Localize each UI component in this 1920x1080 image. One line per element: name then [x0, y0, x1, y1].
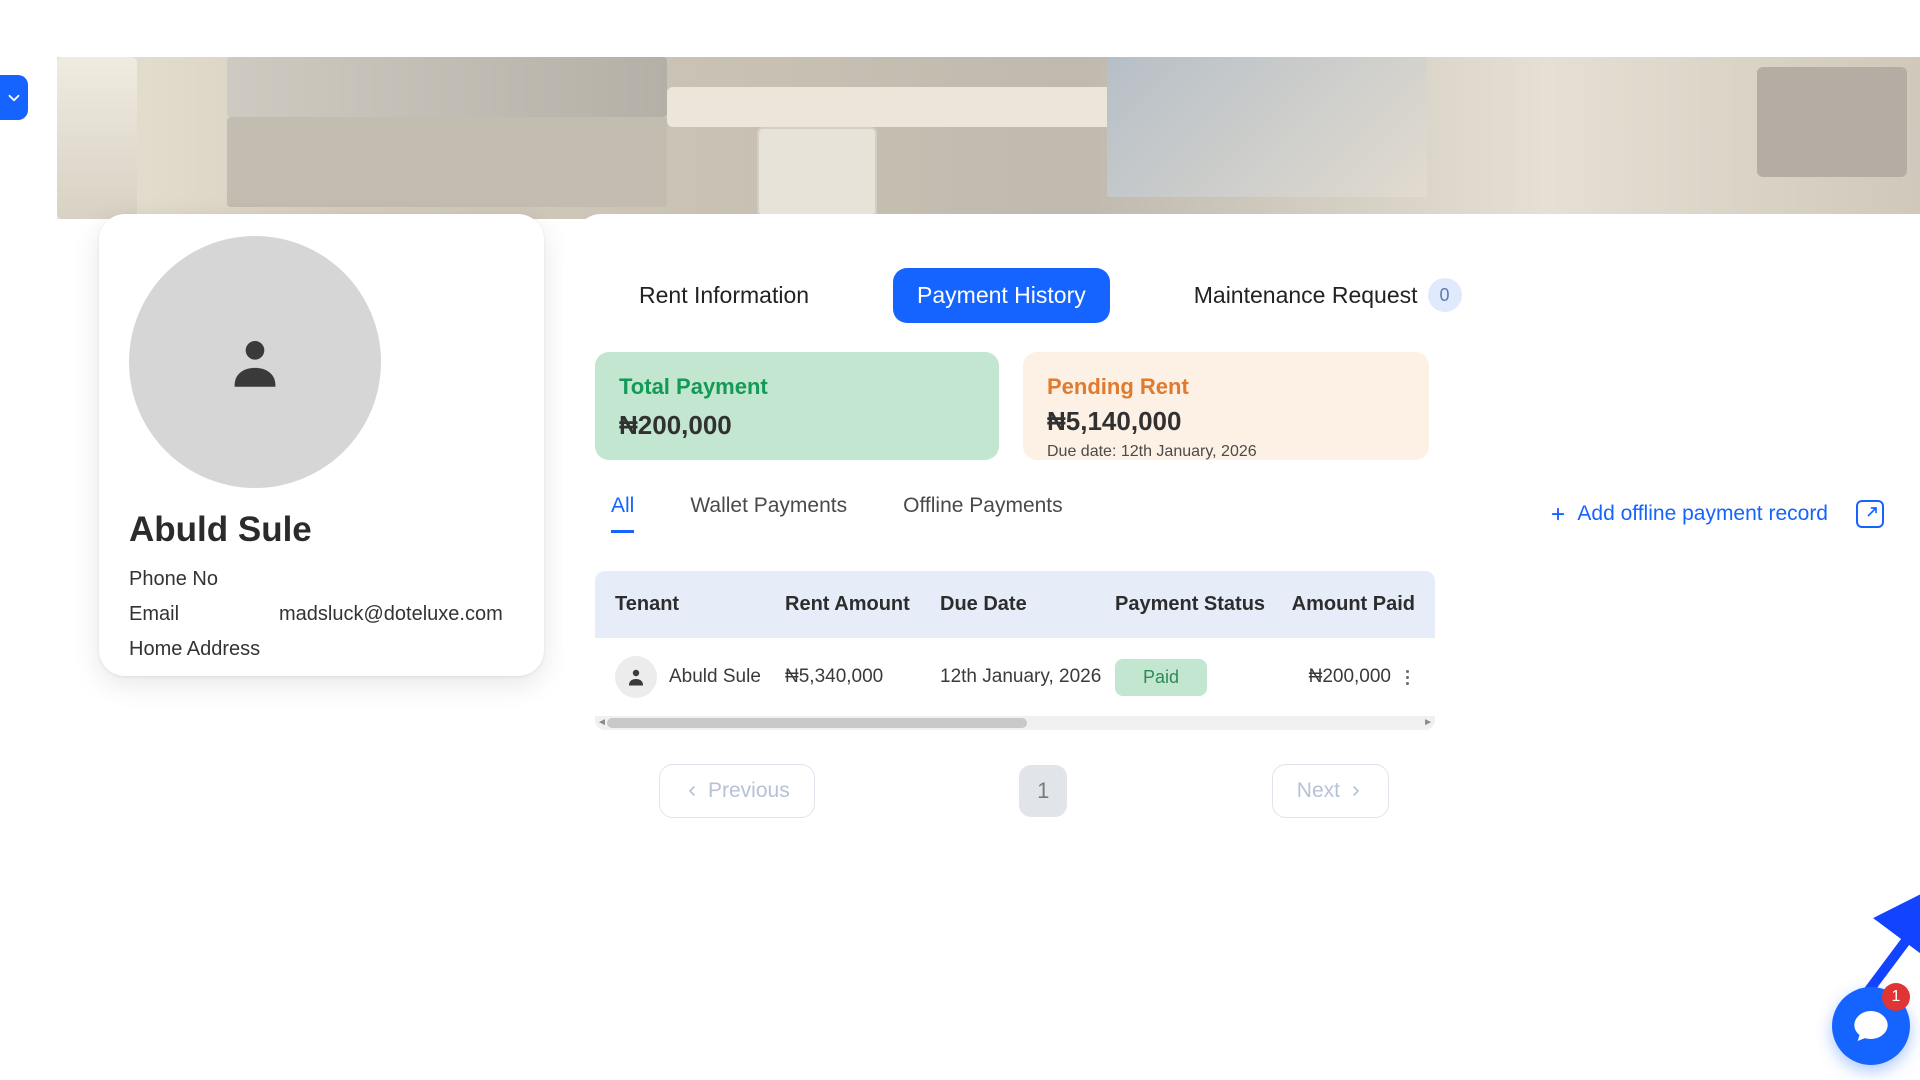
- chevron-down-icon: [5, 89, 23, 107]
- previous-label: Previous: [708, 779, 790, 803]
- add-offline-payment-button[interactable]: Add offline payment record: [1549, 502, 1828, 526]
- th-payment-status: Payment Status: [1115, 593, 1285, 616]
- filter-all[interactable]: All: [611, 494, 634, 533]
- table-header: Tenant Rent Amount Due Date Payment Stat…: [595, 571, 1435, 638]
- summary-cards: Total Payment ₦200,000 Pending Rent ₦5,1…: [575, 352, 1920, 460]
- address-label: Home Address: [129, 638, 279, 661]
- pending-rent-card: Pending Rent ₦5,140,000 Due date: 12th J…: [1023, 352, 1429, 460]
- row-amount-paid: ₦200,000: [1309, 666, 1391, 688]
- phone-label: Phone No: [129, 568, 279, 591]
- next-label: Next: [1297, 779, 1340, 803]
- row-avatar: [615, 656, 657, 698]
- kebab-dot-icon: [1406, 676, 1409, 679]
- page-number[interactable]: 1: [1019, 765, 1067, 817]
- tab-rent-information[interactable]: Rent Information: [615, 268, 833, 323]
- th-rent-amount: Rent Amount: [785, 593, 940, 616]
- pending-rent-due: Due date: 12th January, 2026: [1047, 443, 1405, 461]
- person-icon: [624, 665, 648, 689]
- filter-offline-payments[interactable]: Offline Payments: [903, 494, 1063, 533]
- payment-actions: Add offline payment record: [1549, 500, 1884, 528]
- payments-table: Tenant Rent Amount Due Date Payment Stat…: [595, 571, 1435, 730]
- plus-icon: [1549, 505, 1567, 523]
- filter-wallet-payments[interactable]: Wallet Payments: [690, 494, 847, 533]
- chat-unread-badge: 1: [1882, 983, 1910, 1011]
- payment-filter-row: All Wallet Payments Offline Payments Add…: [575, 460, 1920, 533]
- email-value: madsluck@doteluxe.com: [279, 603, 503, 626]
- tab-maintenance-request[interactable]: Maintenance Request 0: [1170, 264, 1486, 326]
- row-tenant-name: Abuld Sule: [669, 666, 761, 688]
- main-panel: Rent Information Payment History Mainten…: [575, 214, 1920, 1080]
- row-due-date: 12th January, 2026: [940, 666, 1115, 688]
- payment-filter-tabs: All Wallet Payments Offline Payments: [611, 494, 1063, 533]
- scroll-left-arrow-icon: ◄: [597, 717, 607, 728]
- chat-bubble-icon: [1851, 1006, 1891, 1046]
- scrollbar-thumb[interactable]: [607, 718, 1027, 728]
- cover-banner: [57, 57, 1920, 219]
- tab-maintenance-label: Maintenance Request: [1194, 282, 1418, 309]
- section-tabs: Rent Information Payment History Mainten…: [575, 214, 1920, 352]
- th-due-date: Due Date: [940, 593, 1115, 616]
- pending-rent-title: Pending Rent: [1047, 374, 1405, 400]
- chevron-right-icon: [1348, 783, 1364, 799]
- pending-rent-value: ₦5,140,000: [1047, 406, 1405, 437]
- email-label: Email: [129, 603, 279, 626]
- tab-payment-history[interactable]: Payment History: [893, 268, 1110, 323]
- export-button[interactable]: [1856, 500, 1884, 528]
- maintenance-count-badge: 0: [1428, 278, 1462, 312]
- table-row[interactable]: Abuld Sule ₦5,340,000 12th January, 2026…: [595, 638, 1435, 716]
- tenant-profile-card: Abuld Sule Phone No Email madsluck@dotel…: [99, 214, 544, 676]
- scroll-right-arrow-icon: ►: [1423, 717, 1433, 728]
- avatar: [129, 236, 381, 488]
- sidebar-collapse-tab[interactable]: [0, 75, 28, 120]
- table-horizontal-scrollbar[interactable]: ◄ ►: [595, 716, 1435, 730]
- total-payment-value: ₦200,000: [619, 410, 975, 441]
- kebab-dot-icon: [1406, 682, 1409, 685]
- row-actions-menu-button[interactable]: [1399, 670, 1415, 685]
- total-payment-title: Total Payment: [619, 374, 975, 400]
- row-rent-amount: ₦5,340,000: [785, 666, 940, 688]
- status-badge: Paid: [1115, 659, 1207, 696]
- external-link-icon: [1861, 505, 1879, 523]
- next-page-button[interactable]: Next: [1272, 764, 1389, 818]
- total-payment-card: Total Payment ₦200,000: [595, 352, 999, 460]
- person-icon: [220, 327, 290, 397]
- th-amount-paid: Amount Paid: [1285, 593, 1415, 616]
- chevron-left-icon: [684, 783, 700, 799]
- kebab-dot-icon: [1406, 670, 1409, 673]
- chat-button[interactable]: 1: [1832, 987, 1910, 1065]
- tenant-name: Abuld Sule: [129, 510, 514, 550]
- th-tenant: Tenant: [615, 593, 785, 616]
- top-whitespace: [0, 0, 1920, 57]
- pagination: Previous 1 Next: [659, 764, 1389, 818]
- add-offline-payment-label: Add offline payment record: [1577, 502, 1828, 526]
- previous-page-button[interactable]: Previous: [659, 764, 815, 818]
